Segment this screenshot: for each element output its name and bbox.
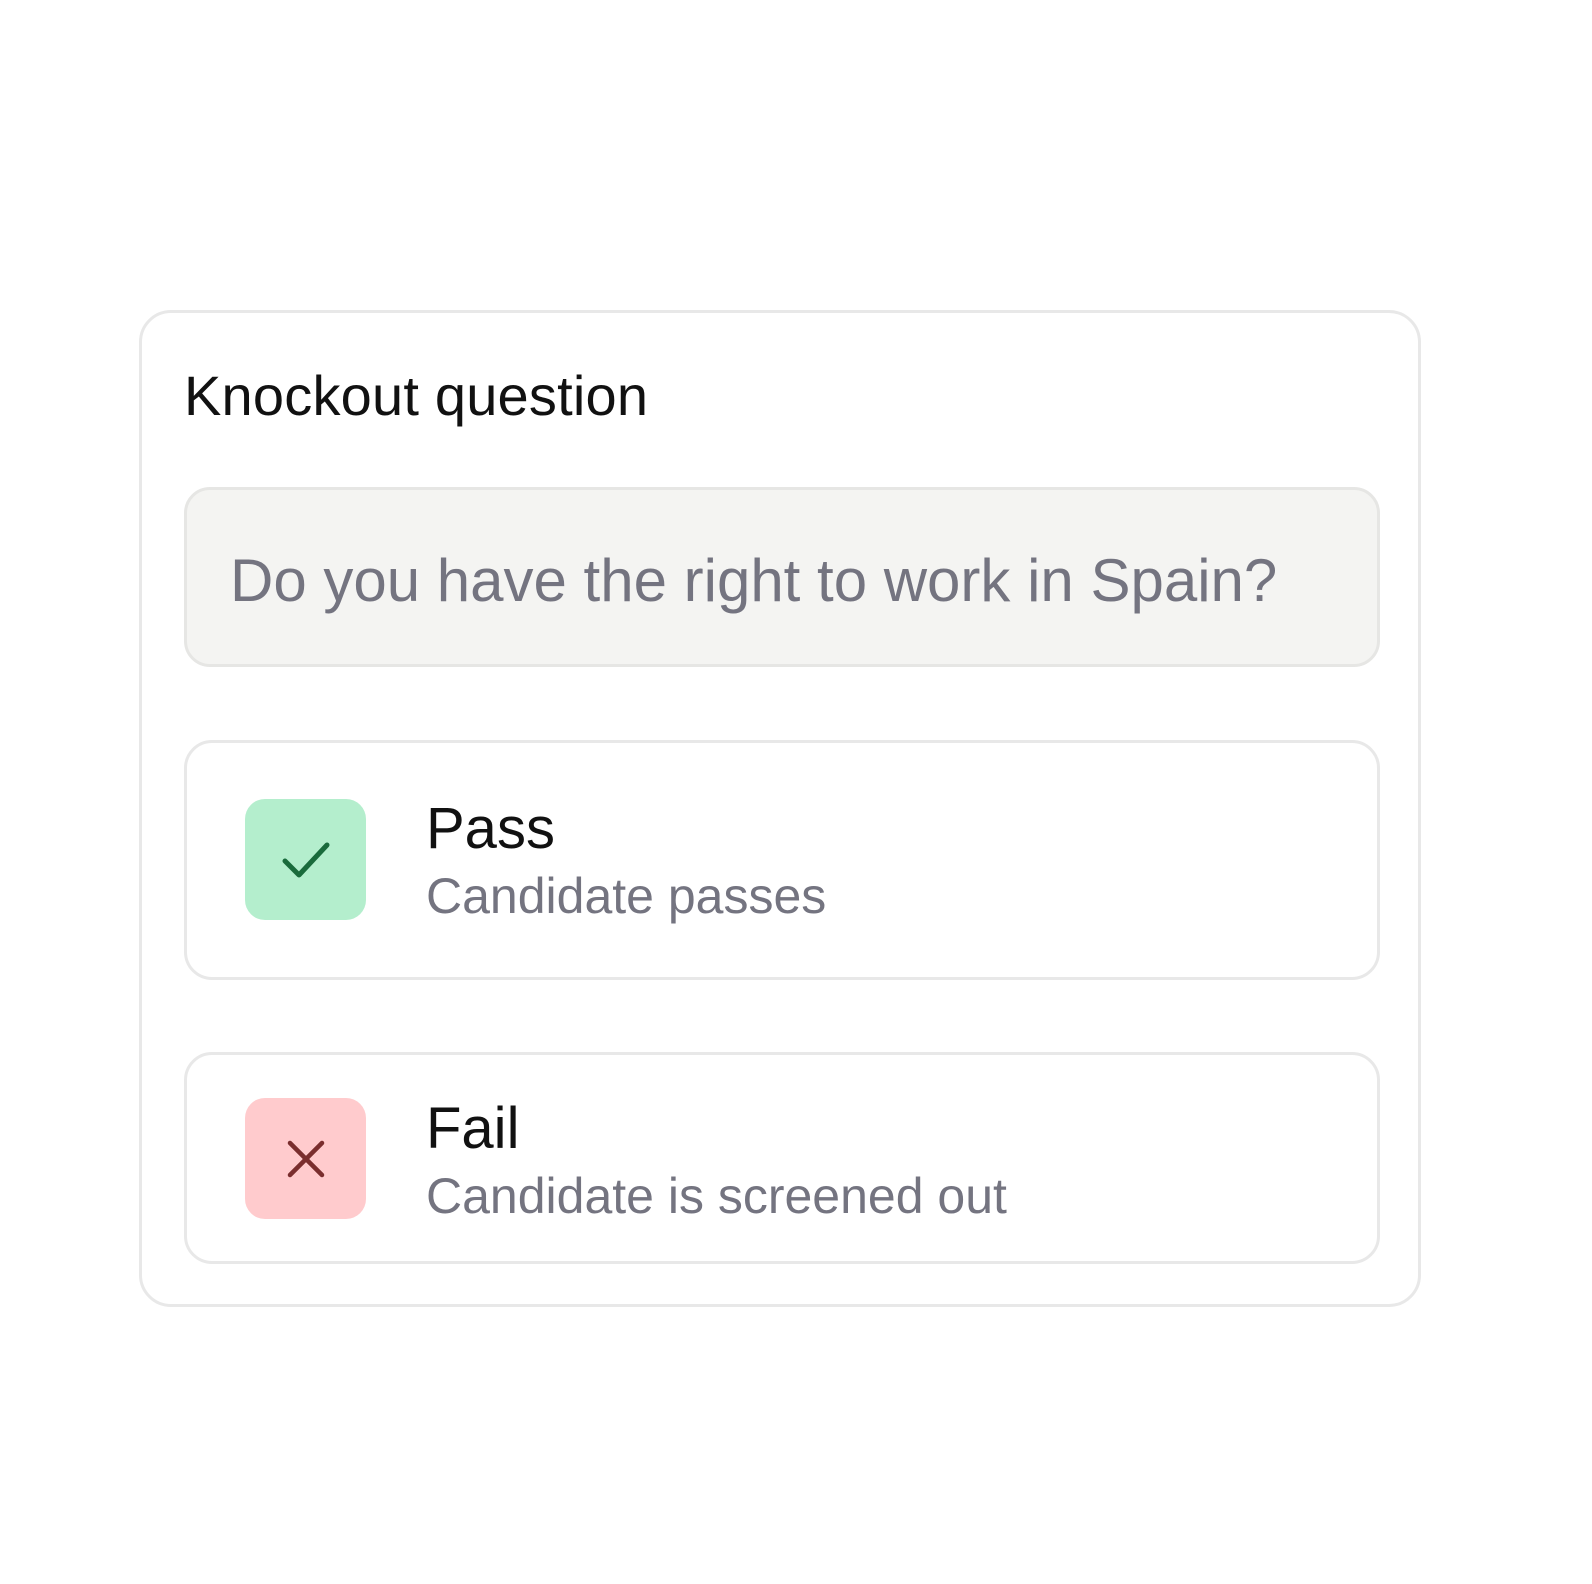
fail-option[interactable]: Fail Candidate is screened out — [184, 1052, 1380, 1264]
question-text: Do you have the right to work in Spain? — [230, 547, 1278, 614]
pass-label: Pass — [426, 796, 555, 861]
fail-description: Candidate is screened out — [426, 1168, 1007, 1224]
pass-icon-badge — [245, 799, 366, 920]
card-title: Knockout question — [184, 364, 649, 427]
close-icon — [287, 1140, 324, 1177]
fail-icon-badge — [245, 1098, 366, 1219]
pass-description: Candidate passes — [426, 868, 827, 924]
pass-option[interactable]: Pass Candidate passes — [184, 740, 1380, 980]
knockout-question-card: Knockout question Do you have the right … — [139, 310, 1421, 1307]
fail-label: Fail — [426, 1096, 520, 1161]
question-field[interactable]: Do you have the right to work in Spain? — [184, 487, 1380, 667]
check-icon — [282, 842, 329, 877]
